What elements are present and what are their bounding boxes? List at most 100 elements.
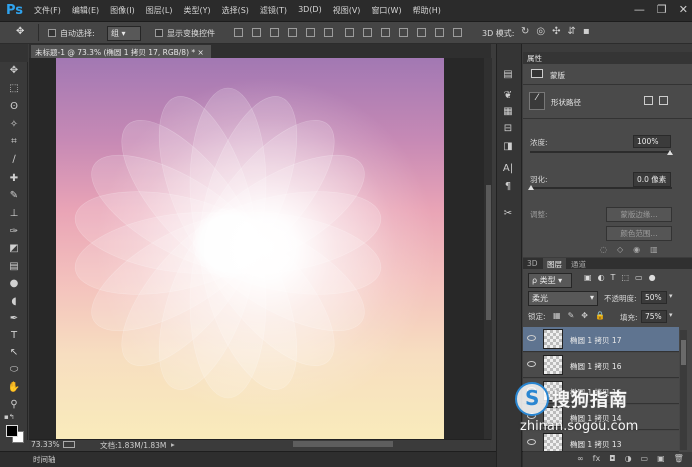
eyedropper-icon[interactable]: ∕ [6, 153, 22, 167]
fill-input[interactable]: 75% [641, 310, 667, 323]
menu-image[interactable]: 图像(I) [110, 5, 135, 16]
export-icon[interactable] [63, 441, 75, 448]
zoom-tool-icon[interactable]: ⚲ [6, 398, 22, 412]
color-range-button[interactable]: 颜色范围... [606, 226, 672, 241]
auto-select-checkbox[interactable] [48, 29, 56, 37]
clone-source-icon[interactable]: ▦ [502, 106, 514, 118]
3d-scale-icon[interactable]: ▪ [583, 26, 590, 37]
eye-icon[interactable] [527, 335, 536, 341]
layer-name[interactable]: 椭圆 1 拷贝 13 [570, 439, 621, 450]
density-slider[interactable] [530, 151, 672, 153]
path-selection-icon[interactable]: ↖ [6, 346, 22, 360]
restore-button[interactable]: ❐ [657, 3, 667, 16]
canvas-vertical-scroll-thumb[interactable] [486, 185, 491, 320]
tool-presets-icon[interactable]: ✂ [502, 208, 514, 220]
3d-slide-icon[interactable]: ⇵ [568, 26, 576, 37]
document-canvas[interactable] [56, 58, 444, 439]
brush-tool-icon[interactable]: ✎ [6, 189, 22, 203]
layers-scroll-thumb[interactable] [681, 340, 686, 365]
ellipse-tool-icon[interactable]: ⬭ [6, 363, 22, 377]
toggle-mask-icon[interactable]: ◉ [633, 245, 640, 254]
delete-mask-icon[interactable]: ▥ [650, 245, 658, 254]
lasso-tool-icon[interactable]: ʘ [6, 100, 22, 114]
distribute-top-icon[interactable] [345, 28, 354, 37]
default-colors-icon[interactable]: ▪↰ [4, 413, 15, 421]
apply-mask-icon[interactable]: ◇ [617, 245, 623, 254]
history-icon[interactable]: ▤ [502, 69, 514, 81]
document-tab-close[interactable]: × [198, 48, 204, 57]
add-vector-mask-icon[interactable] [659, 96, 668, 105]
filter-adjust-icon[interactable]: ◐ [598, 273, 605, 282]
align-vcenter-icon[interactable] [252, 28, 261, 37]
photoshop-logo[interactable]: Ps [6, 3, 23, 18]
delete-layer-icon[interactable]: 🗑 [674, 454, 684, 463]
layer-name[interactable]: 椭圆 1 拷贝 16 [570, 361, 621, 372]
link-layers-icon[interactable]: ∞ [577, 454, 584, 463]
menu-3d[interactable]: 3D(D) [298, 5, 322, 16]
lock-pixels-icon[interactable]: ✎ [568, 311, 575, 320]
status-arrow-icon[interactable]: ▸ [171, 440, 175, 449]
healing-brush-icon[interactable]: ✚ [6, 172, 22, 186]
menu-filter[interactable]: 滤镜(T) [260, 5, 287, 16]
properties-title[interactable]: 属性 [527, 54, 542, 63]
blend-mode-dropdown[interactable]: 柔光 ▾ [528, 291, 598, 306]
close-button[interactable]: ✕ [679, 3, 688, 16]
align-bottom-icon[interactable] [270, 28, 279, 37]
eraser-icon[interactable]: ◩ [6, 242, 22, 256]
feather-slider-knob[interactable] [528, 185, 534, 190]
menu-file[interactable]: 文件(F) [34, 5, 61, 16]
align-right-icon[interactable] [324, 28, 333, 37]
density-input[interactable]: 100% [633, 135, 671, 148]
3d-roll-icon[interactable]: ◎ [536, 26, 545, 37]
filter-type-icon[interactable]: T [611, 273, 616, 282]
filter-smart-icon[interactable]: ▭ [635, 273, 643, 282]
opacity-dropdown-icon[interactable]: ▾ [669, 292, 673, 300]
layer-thumbnail[interactable] [543, 329, 563, 349]
add-pixel-mask-icon[interactable] [644, 96, 653, 105]
lock-transparency-icon[interactable]: ▦ [553, 311, 561, 320]
tab-layers[interactable]: 图层 [543, 258, 566, 271]
layer-name[interactable]: 椭圆 1 拷贝 17 [570, 335, 621, 346]
3d-rotate-icon[interactable]: ↻ [521, 26, 529, 37]
swatches-icon[interactable]: ◨ [502, 141, 514, 153]
layer-thumbnail[interactable] [543, 433, 563, 451]
new-group-icon[interactable]: ▭ [641, 454, 649, 463]
menu-layer[interactable]: 图层(L) [146, 5, 173, 16]
distribute-hcenter-icon[interactable] [417, 28, 426, 37]
align-left-icon[interactable] [288, 28, 297, 37]
timeline-tab[interactable]: 时间轴 [33, 454, 56, 465]
zoom-level[interactable]: 73.33% [31, 440, 60, 449]
tab-channels[interactable]: 通道 [571, 259, 586, 270]
eye-icon[interactable] [527, 439, 536, 445]
vector-mask-thumbnail[interactable]: ⁄ [529, 92, 545, 110]
foreground-color-swatch[interactable] [6, 425, 18, 437]
layer-thumbnail[interactable] [543, 355, 563, 375]
paragraph-icon[interactable]: ¶ [502, 181, 514, 193]
auto-select-dropdown[interactable]: 组 ▾ [107, 26, 141, 41]
move-tool-icon[interactable]: ✥ [16, 26, 24, 37]
move-tool-icon[interactable]: ✥ [6, 64, 22, 78]
brush-preset-icon[interactable]: ❦ [502, 90, 514, 102]
gradient-tool-icon[interactable]: ▤ [6, 260, 22, 274]
distribute-bottom-icon[interactable] [381, 28, 390, 37]
character-icon[interactable]: A| [502, 163, 514, 175]
distribute-right-icon[interactable] [435, 28, 444, 37]
fill-dropdown-icon[interactable]: ▾ [669, 311, 673, 319]
menu-type[interactable]: 类型(Y) [183, 5, 210, 16]
layer-row[interactable]: 椭圆 1 拷贝 13 [523, 431, 679, 452]
layer-row[interactable]: 椭圆 1 拷贝 16 [523, 353, 679, 378]
dodge-tool-icon[interactable]: ◖ [6, 295, 22, 309]
document-tab[interactable]: 未标题-1 @ 73.3% (椭圆 1 拷贝 17, RGB/8) * × [31, 45, 211, 58]
lock-all-icon[interactable]: 🔒 [595, 311, 605, 320]
layer-style-icon[interactable]: fx [593, 454, 601, 463]
feather-slider[interactable] [530, 187, 672, 189]
menu-help[interactable]: 帮助(H) [413, 5, 441, 16]
menu-edit[interactable]: 编辑(E) [72, 5, 99, 16]
actions-icon[interactable]: ⊟ [502, 123, 514, 135]
align-top-icon[interactable] [234, 28, 243, 37]
auto-align-icon[interactable] [453, 28, 462, 37]
menu-window[interactable]: 窗口(W) [371, 5, 401, 16]
minimize-button[interactable]: — [634, 3, 645, 16]
3d-drag-icon[interactable]: ✣ [552, 26, 560, 37]
density-slider-knob[interactable] [667, 150, 673, 155]
